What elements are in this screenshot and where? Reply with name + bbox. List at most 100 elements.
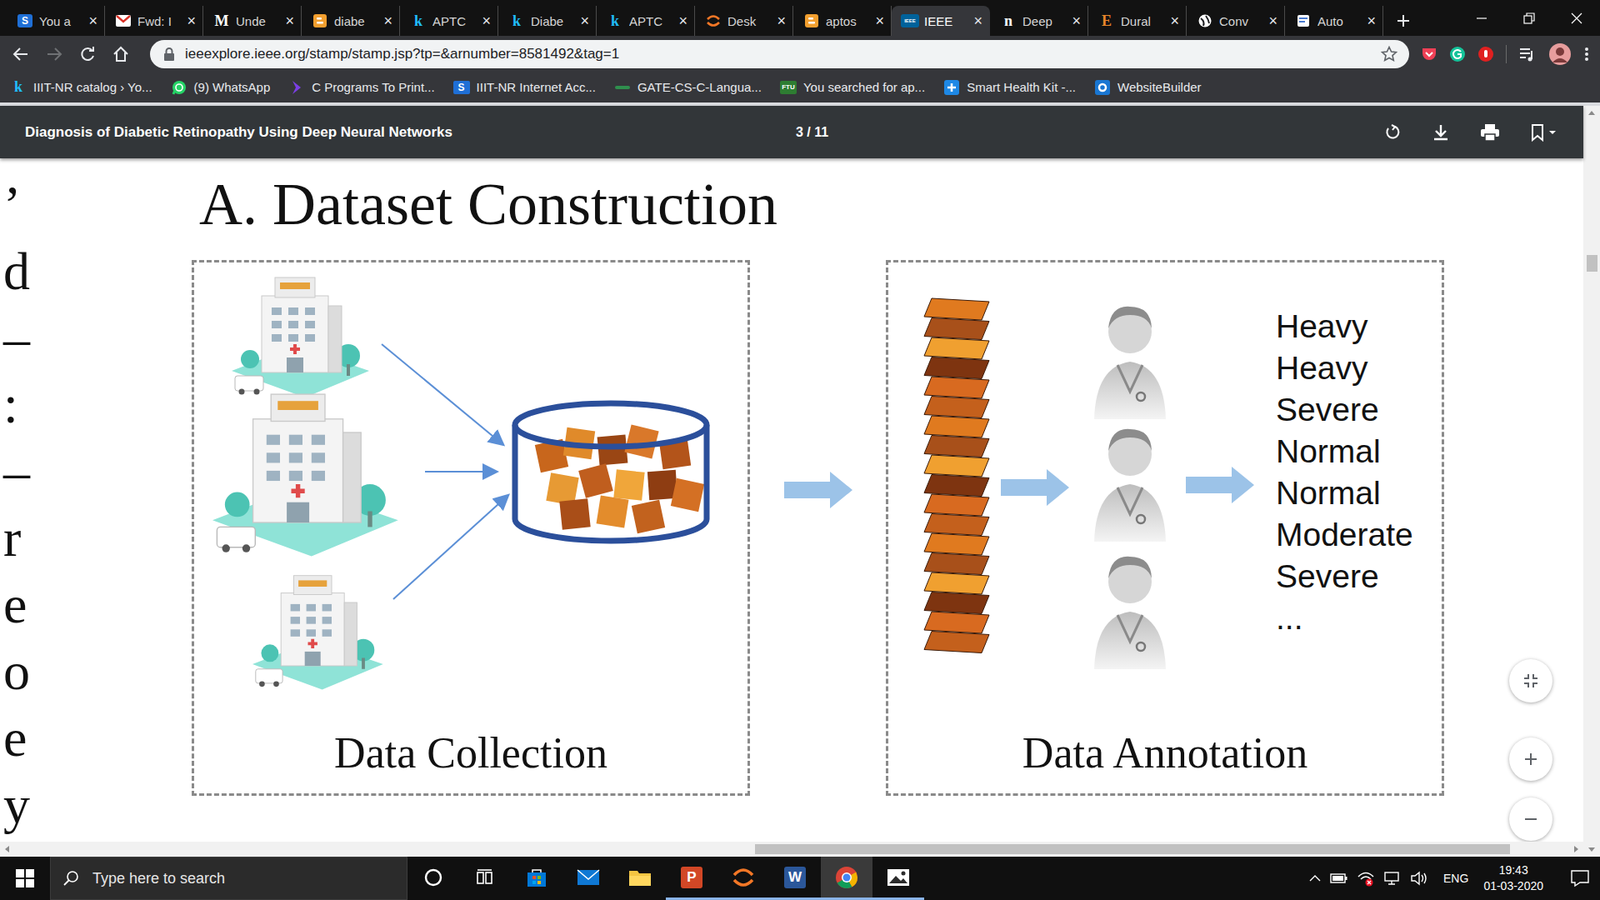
tab-close-button[interactable]: × (1071, 13, 1081, 29)
taskbar-app[interactable]: P (665, 856, 718, 900)
bookmark-menu-icon[interactable] (1530, 123, 1559, 142)
minimize-button[interactable] (1457, 0, 1505, 36)
tab-close-button[interactable]: × (1268, 13, 1278, 29)
clock[interactable]: 19:4301-03-2020 (1483, 862, 1544, 895)
fit-page-icon (1522, 672, 1540, 690)
tab-close-button[interactable]: × (875, 13, 885, 29)
taskbar-app[interactable] (820, 856, 873, 900)
bookmark-item[interactable]: kIIIT-NR catalog › Yo... (10, 79, 153, 96)
close-window-button[interactable] (1552, 0, 1600, 36)
browser-toolbar: ieeexplore.ieee.org/stamp/stamp.jsp?tp=&… (0, 35, 1600, 72)
forward-arrow-icon[interactable] (45, 45, 64, 64)
taskbar-app[interactable] (872, 856, 925, 900)
action-center-icon[interactable] (1570, 869, 1590, 888)
adblock-extension-icon[interactable] (1477, 45, 1495, 63)
fit-to-page-button[interactable] (1509, 659, 1553, 703)
browser-tab[interactable]: kAPTC× (400, 5, 499, 36)
browser-tab[interactable]: aptos× (793, 5, 892, 36)
browser-tab[interactable]: IEEEIEEE× (891, 5, 990, 36)
cut-text-fragment: : (3, 371, 34, 439)
browser-tab[interactable]: Desk× (695, 5, 794, 36)
bookmark-item[interactable]: WebsiteBuilder (1094, 79, 1202, 96)
media-controls-icon[interactable] (1518, 45, 1537, 63)
scroll-thumb[interactable] (1586, 255, 1598, 272)
horizontal-scrollbar[interactable] (0, 841, 1584, 857)
bookmark-label: WebsiteBuilder (1117, 80, 1202, 95)
volume-icon[interactable] (1410, 870, 1429, 886)
tab-close-button[interactable]: × (1366, 13, 1376, 29)
browser-tab[interactable]: nDeep× (990, 5, 1089, 36)
scroll-up-icon[interactable] (1583, 105, 1600, 121)
browser-tab[interactable]: diabe× (301, 5, 400, 36)
cut-text-fragment: – (3, 305, 34, 372)
scroll-left-icon[interactable] (0, 841, 15, 857)
bookmark-item[interactable]: FTUYou searched for ap... (780, 79, 925, 96)
scroll-down-icon[interactable] (1583, 841, 1600, 857)
back-arrow-icon[interactable] (11, 45, 30, 64)
bookmark-star-icon[interactable] (1380, 45, 1398, 63)
bookmark-item[interactable]: SIIIT-NR Internet Acc... (453, 79, 596, 96)
page-indicator[interactable]: 3 / 11 (795, 125, 829, 140)
mail-envelope-icon (576, 868, 600, 887)
grammarly-extension-icon[interactable] (1449, 45, 1466, 63)
bookmark-item[interactable]: (9) WhatsApp (170, 79, 271, 96)
rotate-icon[interactable] (1383, 123, 1402, 142)
taskbar-app[interactable] (407, 856, 460, 900)
vertical-scrollbar[interactable] (1583, 105, 1600, 857)
tab-close-button[interactable]: × (481, 13, 491, 29)
browser-tab[interactable]: MUnde× (203, 5, 302, 36)
tab-close-button[interactable]: × (186, 13, 196, 29)
address-bar[interactable]: ieeexplore.ieee.org/stamp/stamp.jsp?tp=&… (150, 40, 1410, 69)
browser-tab[interactable]: Auto× (1285, 5, 1384, 36)
tab-close-button[interactable]: × (973, 13, 983, 29)
browser-tab[interactable]: EDural× (1088, 5, 1187, 36)
tab-label: IEEE (924, 14, 968, 29)
display-icon[interactable] (1383, 870, 1402, 886)
taskbar-app[interactable]: W (769, 856, 821, 900)
restore-button[interactable] (1505, 0, 1553, 36)
browser-tab[interactable]: Fwd: I× (105, 5, 204, 36)
bookmark-label: GATE-CS-C-Langua... (637, 80, 762, 95)
data-annotation-panel: HeavyHeavySevereNormalNormalModerateSeve… (885, 260, 1445, 796)
show-hidden-icons-chevron-icon[interactable] (1308, 871, 1322, 885)
browser-tab[interactable]: Conv× (1186, 5, 1285, 36)
tab-close-button[interactable]: × (678, 13, 688, 29)
figure-panels: Data CollectionHeavyHeavySevereNormalNor… (191, 260, 1445, 796)
pocket-extension-icon[interactable] (1420, 45, 1438, 63)
scroll-right-icon[interactable] (1568, 841, 1584, 857)
reload-icon[interactable] (78, 45, 97, 64)
taskbar-app[interactable] (510, 856, 563, 900)
home-icon[interactable] (111, 45, 130, 64)
start-button[interactable] (0, 856, 50, 900)
browser-tab[interactable]: kAPTC× (596, 5, 695, 36)
tab-close-button[interactable]: × (776, 13, 786, 29)
battery-icon[interactable] (1330, 871, 1349, 885)
profile-avatar-icon[interactable] (1548, 42, 1572, 66)
scroll-thumb[interactable] (755, 844, 1510, 855)
tab-close-button[interactable]: × (88, 13, 98, 29)
bookmark-item[interactable]: GATE-CS-C-Langua... (614, 79, 762, 96)
zoom-in-button[interactable] (1509, 737, 1553, 781)
taskbar-app[interactable] (459, 856, 511, 900)
tab-close-button[interactable]: × (580, 13, 590, 29)
taskbar-app[interactable] (562, 856, 615, 900)
input-language[interactable]: ENG (1443, 871, 1469, 885)
taskbar-search-box[interactable]: Type here to search (50, 856, 408, 900)
network-disconnected-icon[interactable] (1356, 870, 1375, 887)
pdf-page: ’d–:–reoeyA. Dataset ConstructionData Co… (0, 158, 1584, 842)
taskbar-app[interactable] (717, 856, 770, 900)
favicon-icon (803, 12, 820, 30)
bookmark-item[interactable]: Smart Health Kit -... (943, 79, 1076, 96)
tab-close-button[interactable]: × (1170, 13, 1180, 29)
bookmark-item[interactable]: C Programs To Print... (288, 79, 435, 96)
browser-tab[interactable]: SYou a× (6, 5, 105, 36)
zoom-out-button[interactable] (1509, 797, 1553, 841)
print-icon[interactable] (1480, 123, 1500, 142)
tab-close-button[interactable]: × (285, 13, 295, 29)
taskbar-app[interactable] (614, 856, 666, 900)
tab-close-button[interactable]: × (383, 13, 393, 29)
new-tab-plus-icon[interactable] (1395, 12, 1412, 30)
download-icon[interactable] (1431, 123, 1450, 142)
browser-tab[interactable]: kDiabe× (498, 5, 597, 36)
menu-dots-icon[interactable] (1583, 45, 1590, 63)
